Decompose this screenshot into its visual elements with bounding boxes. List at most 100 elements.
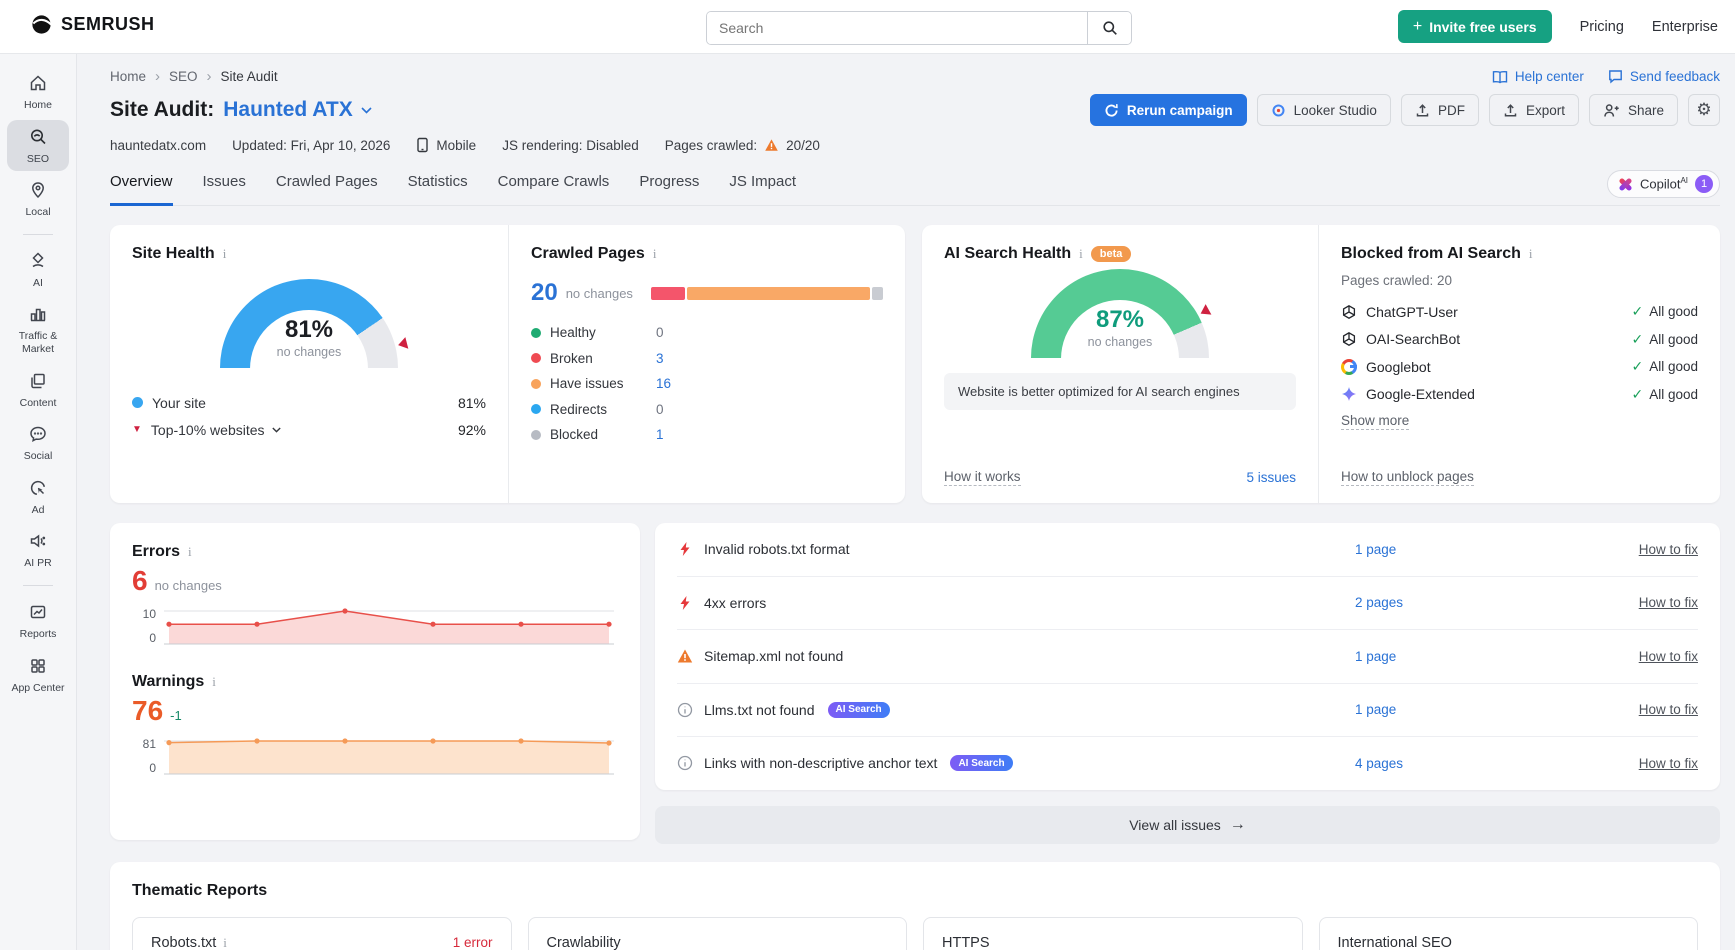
beta-badge: beta xyxy=(1091,246,1132,262)
settings-gear-button[interactable]: ⚙ xyxy=(1688,94,1720,126)
sidebar-item-local[interactable]: Local xyxy=(7,173,69,225)
crawled-pages-change: no changes xyxy=(566,286,633,301)
issue-row-4xx-errors[interactable]: 4xx errors 2 pages How to fix xyxy=(677,576,1698,630)
sidebar-item-social[interactable]: Social xyxy=(7,417,69,469)
tab-overview[interactable]: Overview xyxy=(110,173,173,206)
looker-studio-button[interactable]: Looker Studio xyxy=(1257,94,1391,126)
search-button[interactable] xyxy=(1087,12,1131,44)
orange-dot-icon xyxy=(531,379,541,389)
errors-title: Errors xyxy=(132,543,180,561)
crawled-row-count-link[interactable]: 1 xyxy=(656,427,664,442)
share-button[interactable]: Share xyxy=(1589,94,1678,126)
help-center-link[interactable]: Help center xyxy=(1492,69,1584,84)
how-to-fix-link[interactable]: How to fix xyxy=(1606,702,1698,717)
share-label: Share xyxy=(1628,103,1664,118)
sidebar-item-reports[interactable]: Reports xyxy=(7,595,69,647)
rerun-campaign-button[interactable]: Rerun campaign xyxy=(1090,94,1247,126)
copilot-button[interactable]: CopilotAI 1 xyxy=(1607,170,1720,198)
errors-warnings-card: Errors i 6 no changes 10 0 xyxy=(110,523,640,840)
breadcrumb-seo[interactable]: SEO xyxy=(169,69,198,84)
audit-meta-row: hauntedatx.com Updated: Fri, Apr 10, 202… xyxy=(110,137,1720,153)
sidebar-item-label: Traffic & Market xyxy=(7,330,69,355)
ai-search-badge: AI Search xyxy=(950,755,1012,771)
thematic-card-robots-txt[interactable]: Robots.txt i 1 error xyxy=(132,917,512,950)
feedback-bubble-icon xyxy=(1608,69,1623,84)
crawled-row-count-link[interactable]: 16 xyxy=(656,376,671,391)
sidebar-item-ai-pr[interactable]: AI PR xyxy=(7,524,69,576)
audit-domain: hauntedatx.com xyxy=(110,138,206,153)
openai-icon xyxy=(1341,331,1357,347)
export-up-icon xyxy=(1503,103,1518,118)
pdf-button[interactable]: PDF xyxy=(1401,94,1479,126)
how-to-fix-link[interactable]: How to fix xyxy=(1606,756,1698,771)
issue-row-nondescriptive-anchor[interactable]: Links with non-descriptive anchor text A… xyxy=(677,736,1698,790)
view-all-label: View all issues xyxy=(1129,817,1221,833)
error-bolt-icon xyxy=(677,595,693,611)
ytick-label: 10 xyxy=(143,607,156,621)
sidebar-item-ad[interactable]: Ad xyxy=(7,471,69,523)
tab-compare-crawls[interactable]: Compare Crawls xyxy=(498,173,610,206)
tab-js-impact[interactable]: JS Impact xyxy=(729,173,796,206)
breadcrumb-home[interactable]: Home xyxy=(110,69,146,84)
crawled-row-count: 0 xyxy=(656,325,664,340)
issue-row-llms-not-found[interactable]: Llms.txt not found AI Search 1 page How … xyxy=(677,683,1698,737)
sidebar-item-ai[interactable]: AI xyxy=(7,244,69,296)
semrush-logo[interactable]: SEMRUSH xyxy=(30,13,155,36)
how-to-fix-link[interactable]: How to fix xyxy=(1606,649,1698,664)
issue-pages-link[interactable]: 4 pages xyxy=(1355,756,1595,771)
legend-top10-websites[interactable]: ▼ Top-10% websites 92% xyxy=(132,416,486,443)
main-area: Home › SEO › Site Audit Help center xyxy=(77,54,1735,950)
sidebar-item-content[interactable]: Content xyxy=(7,364,69,416)
sidebar-item-seo[interactable]: SEO xyxy=(7,120,69,172)
issue-pages-link[interactable]: 1 page xyxy=(1355,542,1595,557)
sidebar-item-label: Social xyxy=(7,450,69,463)
how-to-fix-link[interactable]: How to fix xyxy=(1606,595,1698,610)
warning-triangle-icon xyxy=(677,648,693,664)
campaign-selector[interactable]: Haunted ATX xyxy=(223,98,372,122)
show-more-link[interactable]: Show more xyxy=(1341,413,1409,430)
thematic-status: 1 error xyxy=(453,935,493,950)
export-button[interactable]: Export xyxy=(1489,94,1579,126)
tab-issues[interactable]: Issues xyxy=(203,173,246,206)
sidebar-item-home[interactable]: Home xyxy=(7,66,69,118)
site-health-panel: Site Health i 81% no changes xyxy=(110,225,508,503)
crawled-row-count-link[interactable]: 3 xyxy=(656,351,664,366)
ai-issues-link[interactable]: 5 issues xyxy=(1246,470,1296,485)
info-icon: i xyxy=(188,544,192,560)
pdf-label: PDF xyxy=(1438,103,1465,118)
thematic-card-international-seo[interactable]: International SEO xyxy=(1319,917,1699,950)
crawled-pages-bar xyxy=(651,287,883,300)
sidebar-item-app-center[interactable]: App Center xyxy=(7,649,69,701)
chevron-down-icon xyxy=(361,107,372,114)
thematic-card-crawlability[interactable]: Crawlability xyxy=(528,917,908,950)
how-to-unblock-link[interactable]: How to unblock pages xyxy=(1341,469,1474,486)
invite-free-users-button[interactable]: + Invite free users xyxy=(1398,10,1552,43)
issue-pages-link[interactable]: 2 pages xyxy=(1355,595,1595,610)
issue-row-invalid-robots[interactable]: Invalid robots.txt format 1 page How to … xyxy=(677,523,1698,576)
enterprise-link[interactable]: Enterprise xyxy=(1652,19,1718,35)
issue-label: Sitemap.xml not found xyxy=(704,648,843,664)
sidebar-item-traffic-market[interactable]: Traffic & Market xyxy=(7,297,69,361)
how-it-works-link[interactable]: How it works xyxy=(944,469,1021,486)
thematic-label: Robots.txt xyxy=(151,935,216,950)
send-feedback-link[interactable]: Send feedback xyxy=(1608,69,1720,84)
view-all-issues-button[interactable]: View all issues → xyxy=(655,806,1720,844)
health-crawled-card: Site Health i 81% no changes xyxy=(110,225,905,503)
tab-statistics[interactable]: Statistics xyxy=(408,173,468,206)
seo-icon xyxy=(7,127,69,149)
issue-pages-link[interactable]: 1 page xyxy=(1355,649,1595,664)
pricing-link[interactable]: Pricing xyxy=(1580,19,1624,35)
bot-name: Google-Extended xyxy=(1366,386,1475,402)
arrow-right-icon: → xyxy=(1230,816,1246,834)
tab-progress[interactable]: Progress xyxy=(639,173,699,206)
openai-icon xyxy=(1341,304,1357,320)
search-input[interactable] xyxy=(707,12,1087,44)
issue-pages-link[interactable]: 1 page xyxy=(1355,702,1595,717)
crawled-pages-title: Crawled Pages xyxy=(531,245,645,263)
tab-crawled-pages[interactable]: Crawled Pages xyxy=(276,173,378,206)
bot-name: ChatGPT-User xyxy=(1366,304,1458,320)
how-to-fix-link[interactable]: How to fix xyxy=(1606,542,1698,557)
topbar-right-group: + Invite free users Pricing Enterprise xyxy=(1398,0,1718,53)
thematic-card-https[interactable]: HTTPS xyxy=(923,917,1303,950)
issue-row-sitemap-not-found[interactable]: Sitemap.xml not found 1 page How to fix xyxy=(677,629,1698,683)
